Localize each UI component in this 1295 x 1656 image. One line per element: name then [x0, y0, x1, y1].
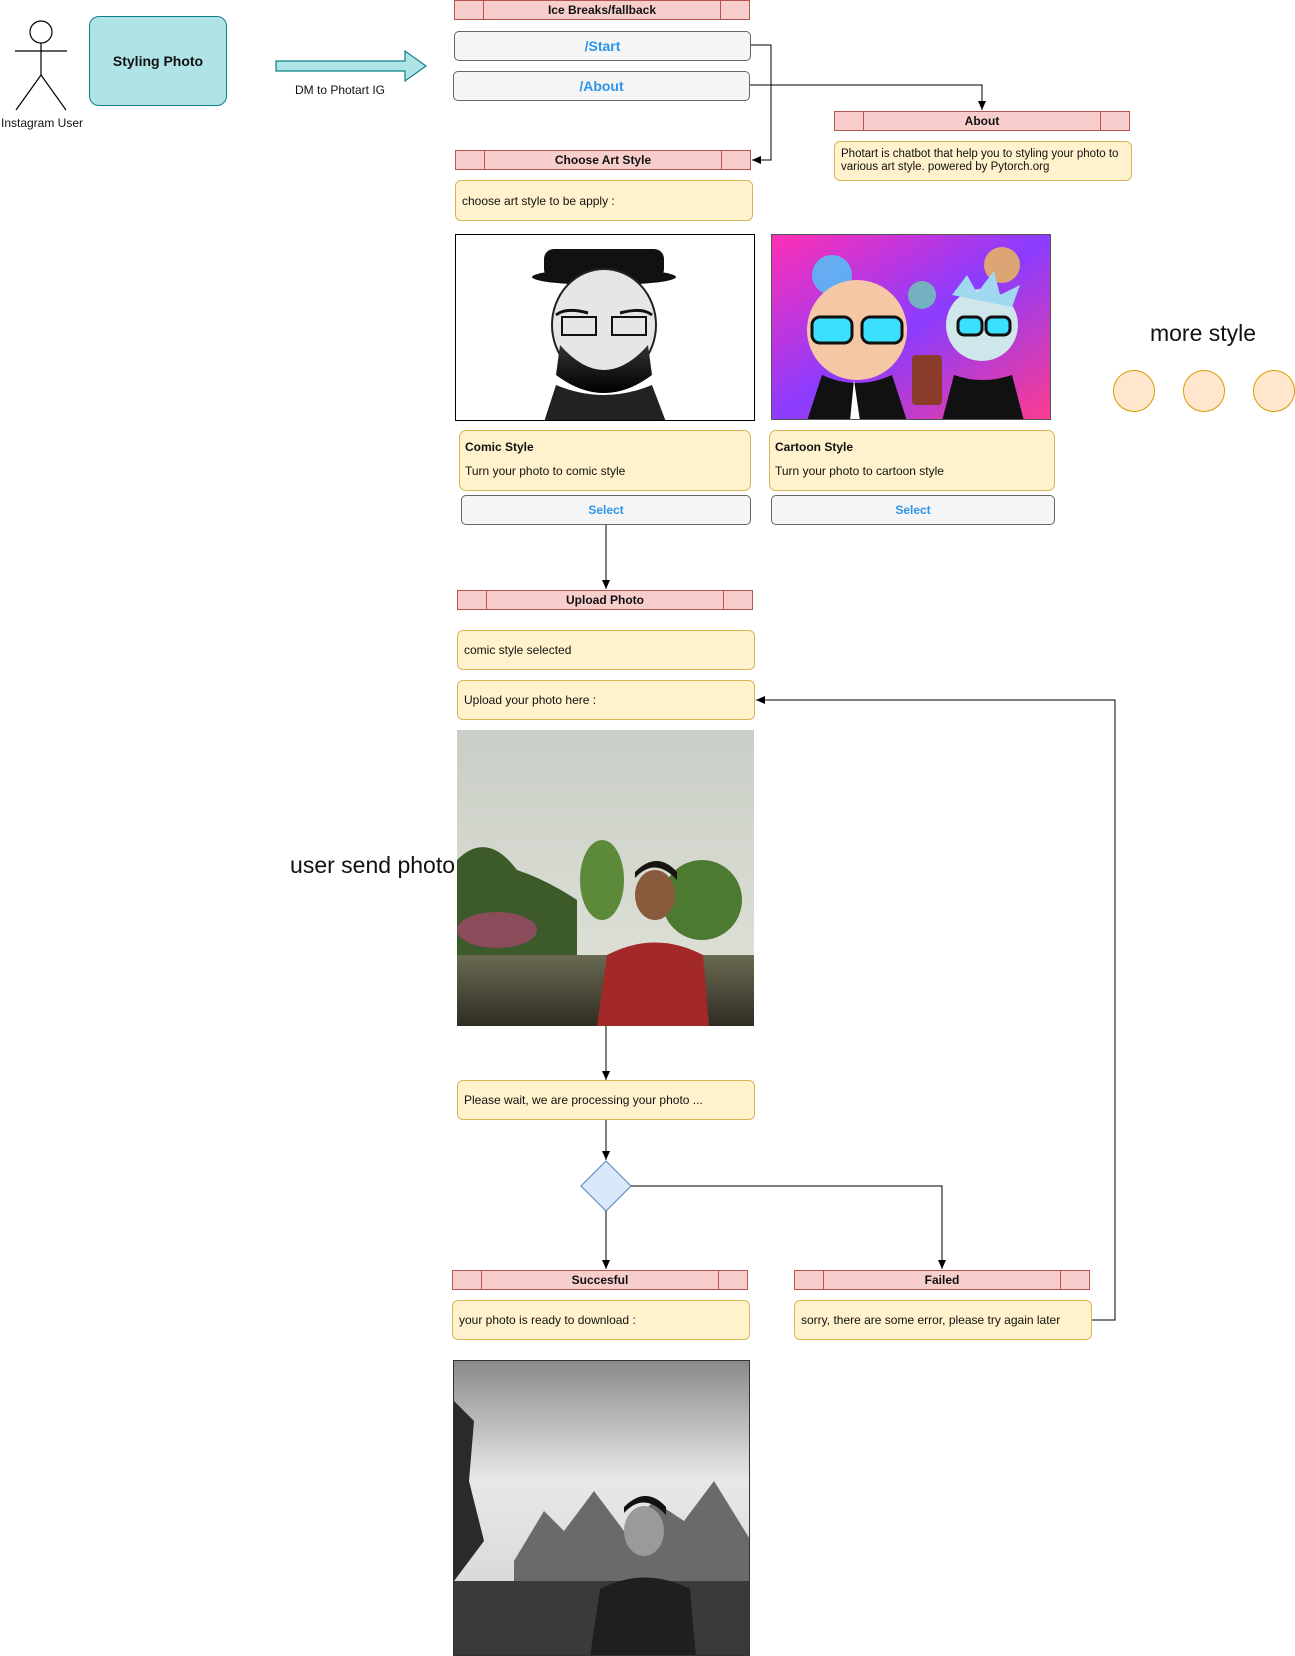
- comic-style-title: Comic Style: [465, 440, 534, 454]
- upload-prompt-message: Upload your photo here :: [457, 680, 755, 720]
- dm-label: DM to Photart IG: [294, 83, 386, 97]
- cartoon-style-title: Cartoon Style: [775, 440, 854, 454]
- more-style-dot-3[interactable]: [1253, 370, 1295, 412]
- edge-about: [750, 84, 986, 110]
- about-text: Photart is chatbot that help you to styl…: [834, 141, 1132, 181]
- cartoon-style-desc: Turn your photo to cartoon style: [775, 464, 944, 478]
- success-header: Succesful: [452, 1270, 748, 1290]
- style-selected-message: comic style selected: [457, 630, 755, 670]
- choose-prompt: choose art style to be apply :: [455, 180, 753, 221]
- comic-style-desc: Turn your photo to comic style: [465, 464, 626, 478]
- feature-label: Styling Photo: [112, 53, 204, 69]
- about-header: About: [834, 111, 1130, 131]
- edge-start-choose: [751, 44, 772, 164]
- cartoon-style-card: Cartoon Style Turn your photo to cartoon…: [769, 430, 1055, 491]
- failed-message: sorry, there are some error, please try …: [794, 1300, 1092, 1340]
- icebreaks-header: Ice Breaks/fallback: [454, 0, 750, 20]
- cartoon-select-button[interactable]: Select: [771, 495, 1055, 525]
- edge-failed-retry: [756, 696, 1116, 1321]
- success-message: your photo is ready to download :: [452, 1300, 750, 1340]
- cartoon-style-image: [771, 234, 1051, 420]
- result-photo: [453, 1360, 750, 1656]
- start-button[interactable]: /Start: [454, 31, 751, 61]
- more-style-dot-1[interactable]: [1113, 370, 1155, 412]
- comic-style-card: Comic Style Turn your photo to comic sty…: [459, 430, 751, 491]
- processing-message: Please wait, we are processing your phot…: [457, 1080, 755, 1120]
- choose-header: Choose Art Style: [455, 150, 751, 170]
- more-style-dot-2[interactable]: [1183, 370, 1225, 412]
- decision-diamond-icon: [580, 1160, 632, 1212]
- feature-box: Styling Photo: [89, 16, 227, 106]
- comic-style-image: [455, 234, 755, 421]
- edge-decision-failed: [631, 1185, 946, 1269]
- user-photo: [457, 730, 754, 1026]
- about-button[interactable]: /About: [453, 71, 750, 101]
- more-style-label: more style: [1149, 320, 1257, 346]
- upload-header: Upload Photo: [457, 590, 753, 610]
- dm-arrow-icon: [275, 49, 428, 83]
- comic-select-button[interactable]: Select: [461, 495, 751, 525]
- actor-icon: [15, 20, 67, 111]
- actor-label: Instagram User: [0, 116, 84, 130]
- user-send-photo-label: user send photo: [290, 852, 455, 878]
- failed-header: Failed: [794, 1270, 1090, 1290]
